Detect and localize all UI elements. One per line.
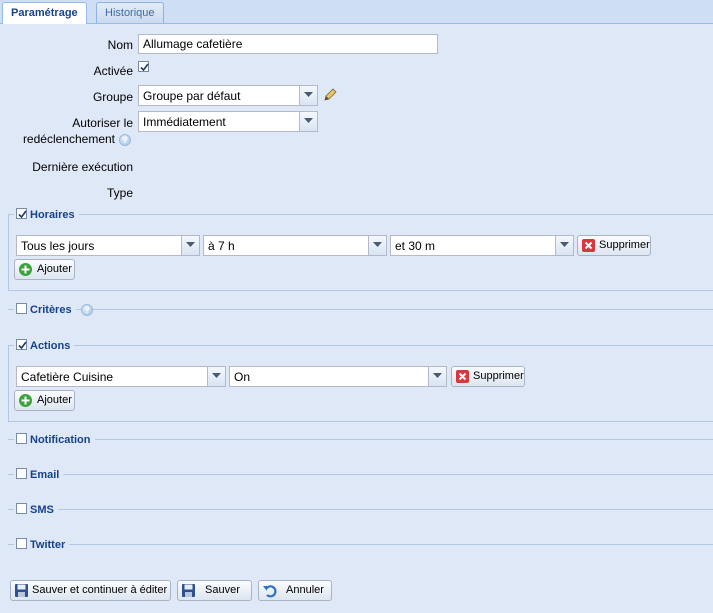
save-continue-button[interactable]: Sauver et continuer à éditer — [10, 580, 171, 601]
help-icon[interactable]: ? — [119, 134, 131, 146]
horaires-heure-select[interactable]: à 7 h — [203, 235, 387, 256]
add-icon — [19, 394, 32, 407]
twitter-legend-label: Twitter — [30, 539, 66, 551]
criteres-legend: Critères — [14, 303, 76, 316]
jours-value: Tous les jours — [21, 239, 95, 253]
notification-checkbox[interactable] — [16, 433, 27, 444]
supprimer-label: Supprimer — [599, 239, 650, 251]
actions-state-select[interactable]: On — [229, 366, 447, 387]
chevron-down-icon[interactable] — [555, 236, 573, 255]
pencil-icon[interactable] — [322, 87, 338, 103]
supprimer-label: Supprimer — [473, 370, 524, 382]
autoriser-label-line2: redéclenchement — [22, 132, 115, 146]
activee-label: Activée — [93, 64, 133, 78]
tab-historique[interactable]: Historique — [96, 2, 164, 23]
email-fieldset — [8, 474, 713, 475]
activee-checkbox[interactable] — [138, 61, 149, 72]
cancel-button[interactable]: Annuler — [258, 580, 332, 601]
check-icon — [18, 210, 27, 219]
chevron-down-icon[interactable] — [428, 367, 446, 386]
chevron-down-icon[interactable] — [299, 112, 317, 131]
floppy-disk-icon — [182, 584, 195, 597]
criteres-fieldset — [8, 309, 713, 310]
email-checkbox[interactable] — [16, 468, 27, 479]
ajouter-label: Ajouter — [37, 394, 72, 406]
criteres-legend-label: Critères — [30, 304, 72, 316]
horaires-legend-label: Horaires — [30, 209, 75, 221]
delete-icon — [582, 239, 595, 252]
criteres-checkbox[interactable] — [16, 303, 27, 314]
type-label: Type — [106, 186, 133, 200]
chevron-down-icon[interactable] — [181, 236, 199, 255]
chevron-down-icon[interactable] — [299, 86, 317, 105]
groupe-value: Groupe par défaut — [143, 89, 241, 103]
twitter-legend: Twitter — [14, 538, 70, 551]
actions-legend: Actions — [14, 339, 75, 352]
device-value: Cafetière Cuisine — [21, 370, 114, 384]
nom-input[interactable] — [138, 34, 438, 54]
notification-legend-label: Notification — [30, 434, 91, 446]
check-icon — [140, 63, 149, 72]
sms-fieldset — [8, 509, 713, 510]
autoriser-select[interactable]: Immédiatement — [138, 111, 318, 132]
heure-value: à 7 h — [208, 239, 235, 253]
actions-ajouter-button[interactable]: Ajouter — [14, 390, 75, 411]
actions-supprimer-button[interactable]: Supprimer — [451, 366, 525, 387]
sms-legend: SMS — [14, 503, 58, 516]
actions-checkbox[interactable] — [16, 339, 27, 350]
tab-bar: Paramétrage Historique — [0, 0, 713, 24]
delete-icon — [456, 370, 469, 383]
chevron-down-icon[interactable] — [368, 236, 386, 255]
ajouter-label: Ajouter — [37, 263, 72, 275]
sms-legend-label: SMS — [30, 504, 54, 516]
actions-legend-label: Actions — [30, 340, 71, 352]
floppy-disk-icon — [15, 584, 28, 597]
horaires-minute-select[interactable]: et 30 m — [390, 235, 574, 256]
horaires-jours-select[interactable]: Tous les jours — [16, 235, 200, 256]
twitter-fieldset — [8, 544, 713, 545]
tab-parametrage[interactable]: Paramétrage — [2, 2, 87, 24]
add-icon — [19, 263, 32, 276]
minute-value: et 30 m — [395, 239, 436, 253]
autoriser-value: Immédiatement — [143, 115, 226, 129]
cancel-label: Annuler — [286, 584, 324, 596]
actions-device-select[interactable]: Cafetière Cuisine — [16, 366, 226, 387]
horaires-checkbox[interactable] — [16, 208, 27, 219]
nom-label: Nom — [107, 38, 133, 52]
chevron-down-icon[interactable] — [207, 367, 225, 386]
twitter-checkbox[interactable] — [16, 538, 27, 549]
groupe-select[interactable]: Groupe par défaut — [138, 85, 318, 106]
horaires-supprimer-button[interactable]: Supprimer — [577, 235, 651, 256]
groupe-label: Groupe — [92, 90, 133, 104]
notification-legend: Notification — [14, 433, 95, 446]
save-button[interactable]: Sauver — [177, 580, 252, 601]
derniere-execution-label: Dernière exécution — [32, 160, 133, 174]
help-icon[interactable]: ? — [81, 304, 93, 316]
settings-panel: Nom Activée Groupe Groupe par défaut Aut… — [0, 24, 713, 613]
save-continue-label: Sauver et continuer à éditer — [32, 584, 168, 596]
undo-icon — [263, 585, 277, 598]
save-label: Sauver — [205, 584, 240, 596]
notification-fieldset — [8, 439, 713, 440]
horaires-legend: Horaires — [14, 208, 79, 221]
email-legend: Email — [14, 468, 64, 481]
check-icon — [18, 341, 27, 350]
state-value: On — [234, 370, 251, 384]
autoriser-label-line1: Autoriser le — [72, 116, 133, 130]
horaires-ajouter-button[interactable]: Ajouter — [14, 259, 75, 280]
email-legend-label: Email — [30, 469, 60, 481]
sms-checkbox[interactable] — [16, 503, 27, 514]
